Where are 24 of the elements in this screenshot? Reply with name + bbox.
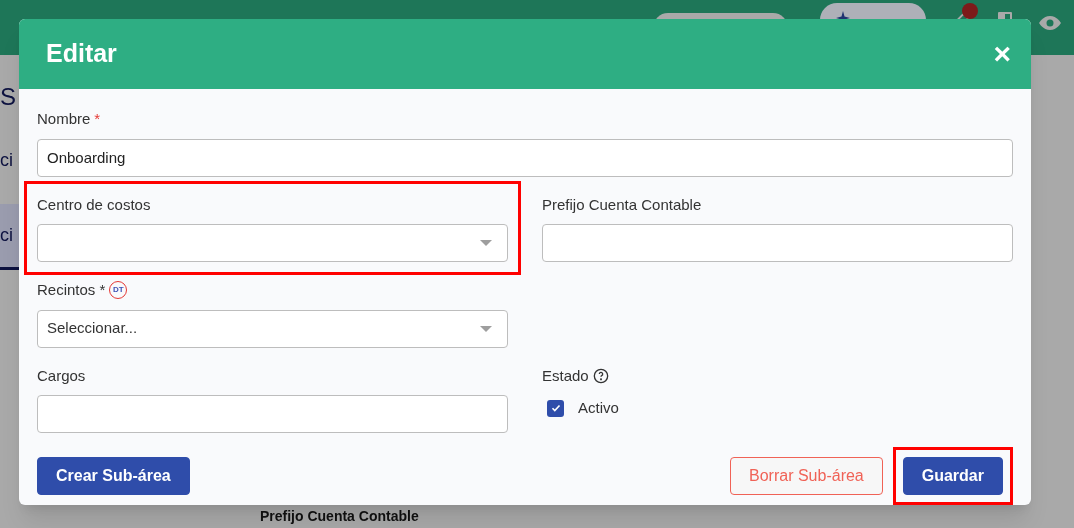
select-field[interactable]	[37, 224, 508, 262]
checkbox-label: Activo	[578, 398, 619, 418]
text-field[interactable]	[37, 395, 508, 433]
caret-icon	[480, 240, 492, 246]
field-label: Cargos	[37, 365, 86, 386]
page-label: Prefijo Cuenta Contable	[260, 507, 419, 526]
field-label: Nombre	[37, 109, 91, 129]
check-icon	[550, 403, 561, 414]
checkbox[interactable]	[547, 399, 564, 417]
action-button[interactable]: Guardar	[902, 457, 1003, 495]
text-field[interactable]: Onboarding	[37, 138, 1013, 177]
text-field[interactable]	[542, 224, 1013, 262]
field-label: Estado	[542, 365, 589, 386]
dialog-title: Editar	[46, 38, 117, 70]
page-heading: S	[0, 85, 17, 109]
required-mark: *	[94, 109, 101, 129]
field-label: Prefijo Cuenta Contable	[542, 194, 702, 215]
field-label: Recintos *	[37, 280, 106, 300]
page-tab[interactable]: ci	[0, 129, 19, 192]
page-tab[interactable]: ci	[0, 204, 19, 270]
action-button[interactable]: Crear Sub-área	[37, 457, 190, 495]
caret-icon	[480, 325, 492, 332]
select-field[interactable]: Seleccionar...	[37, 309, 508, 348]
field-label: Centro de costos	[37, 194, 151, 215]
